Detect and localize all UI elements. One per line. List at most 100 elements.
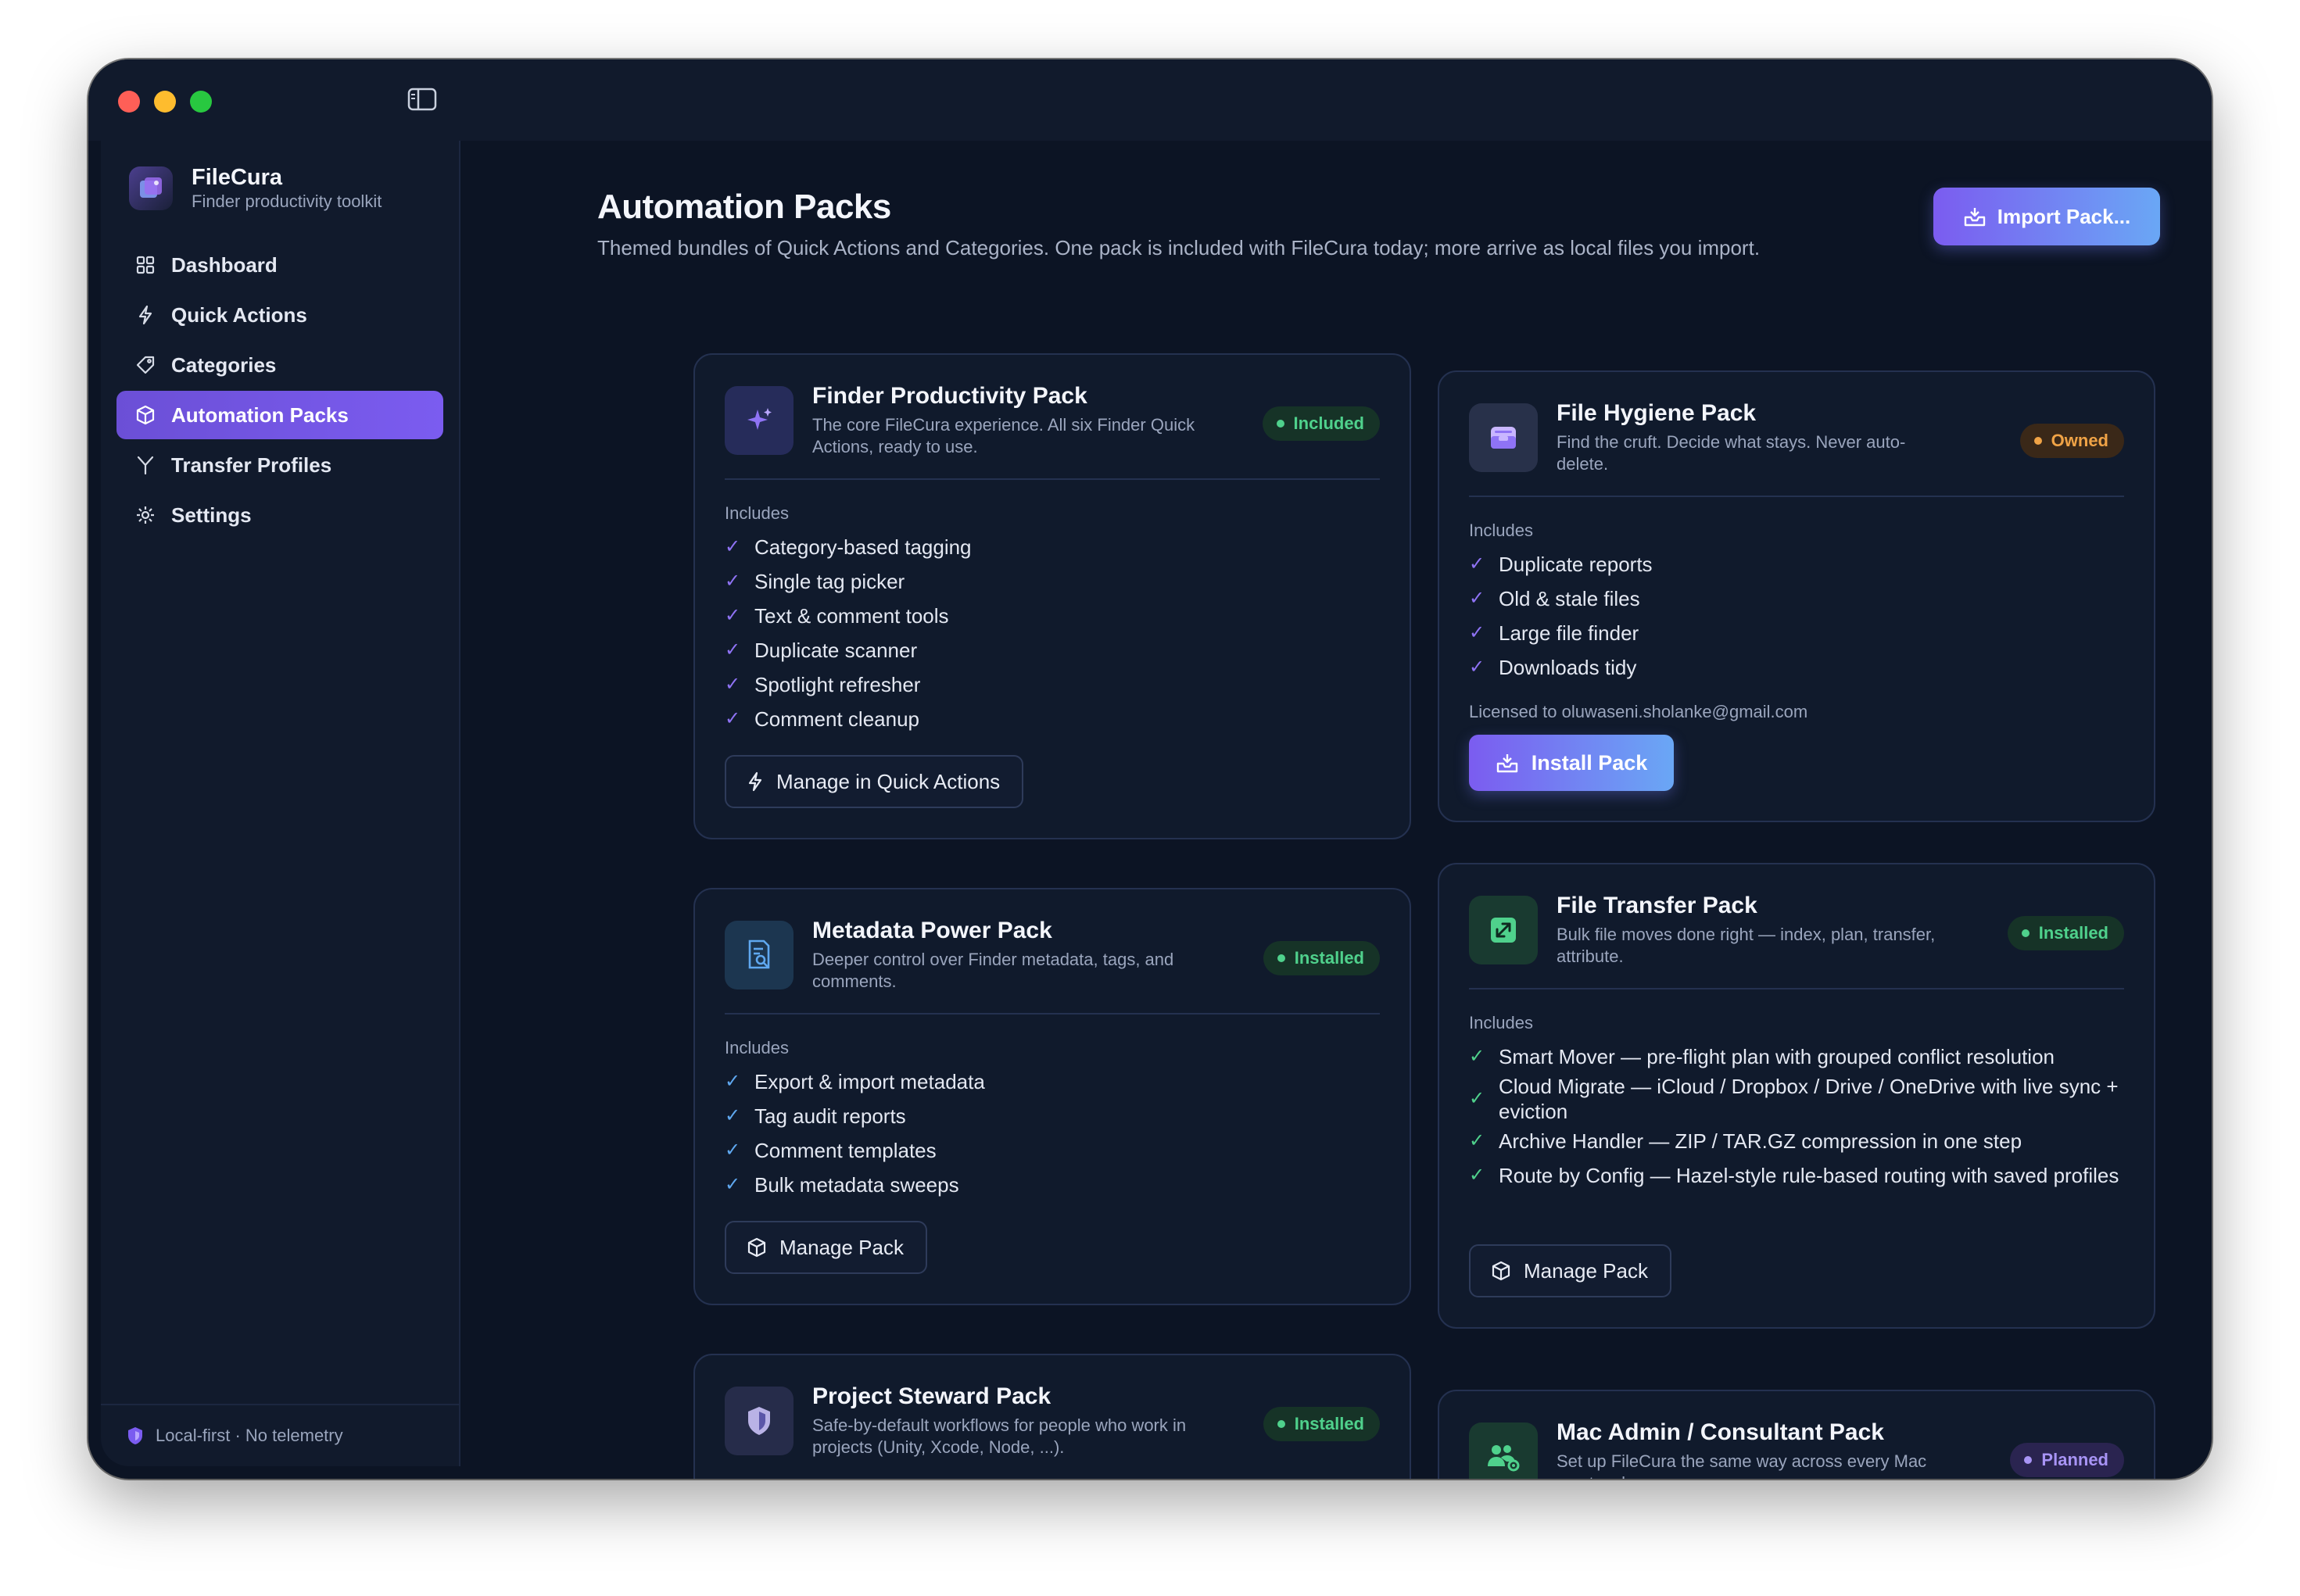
includes-label: Includes [725, 503, 789, 523]
button-label: Manage in Quick Actions [776, 769, 1001, 793]
includes-label: Includes [1469, 521, 1533, 540]
app-window: FileCura Finder productivity toolkit Das… [88, 59, 2212, 1479]
list-item: ✓ Old & stale files [1469, 587, 1640, 610]
manage-in-quick-actions-button[interactable]: Manage in Quick Actions [725, 755, 1024, 808]
import-pack-label: Import Pack... [1997, 204, 2131, 228]
sidebar-item-label: Transfer Profiles [171, 453, 332, 477]
app-name: FileCura [192, 165, 283, 190]
checkmark-icon: ✓ [725, 674, 741, 695]
sidebar-item-label: Automation Packs [171, 403, 349, 427]
sidebar-item-dashboard[interactable]: Dashboard [116, 241, 443, 289]
checkmark-icon: ✓ [1469, 588, 1485, 609]
list-item: ✓ Downloads tidy [1469, 656, 1637, 679]
fork-icon [134, 453, 157, 477]
list-item: ✓ Duplicate reports [1469, 553, 1653, 576]
status-badge: Installed [1263, 941, 1380, 975]
sidebar-item-label: Quick Actions [171, 302, 307, 327]
page-title: Automation Packs [597, 188, 891, 226]
close-window-button[interactable] [118, 91, 140, 113]
status-badge: Planned [2010, 1443, 2124, 1477]
checkmark-icon: ✓ [1469, 1165, 1485, 1186]
checkmark-icon: ✓ [1469, 553, 1485, 574]
pack-description: Set up FileCura the same way across ever… [1557, 1451, 1927, 1479]
pack-title: Metadata Power Pack [812, 918, 1052, 943]
title-bar [88, 59, 2212, 141]
feature-list: ✓ Smart Mover — pre-flight plan with grou… [1469, 1040, 2124, 1193]
checkmark-icon: ✓ [725, 1140, 741, 1161]
checkmark-icon: ✓ [725, 1105, 741, 1126]
pack-card: Metadata Power Pack Deeper control over … [693, 888, 1411, 1305]
app-tagline: Finder productivity toolkit [192, 191, 382, 211]
list-item: ✓ Bulk metadata sweeps [725, 1173, 959, 1197]
manage-pack-button[interactable]: Manage Pack [725, 1221, 927, 1274]
pack-description: Find the cruft. Decide what stays. Never… [1557, 432, 1906, 474]
checkmark-icon: ✓ [1469, 657, 1485, 678]
cube-icon [747, 1237, 766, 1258]
app-logo-icon [129, 166, 173, 210]
install-pack-button[interactable]: Install Pack [1469, 735, 1674, 791]
button-label: Manage Pack [1524, 1258, 1648, 1283]
brand: FileCura Finder productivity toolkit [129, 164, 382, 213]
list-item: ✓ Export & import metadata [725, 1070, 985, 1093]
minimize-window-button[interactable] [154, 91, 176, 113]
sidebar-item-categories[interactable]: Categories [116, 341, 443, 389]
checkmark-icon: ✓ [725, 536, 741, 557]
bolt-icon [748, 771, 762, 792]
divider [725, 478, 1380, 480]
list-item: ✓ Category-based tagging [725, 535, 972, 559]
pack-title: Mac Admin / Consultant Pack [1557, 1419, 1884, 1445]
list-item: ✓ Text & comment tools [725, 604, 949, 628]
status-badge: Included [1262, 406, 1380, 441]
cube-icon [1492, 1261, 1510, 1281]
button-label: Install Pack [1531, 750, 1648, 775]
list-item: ✓ Comment cleanup [725, 707, 919, 731]
status-badge: Installed [1263, 1407, 1380, 1441]
checkmark-icon: ✓ [725, 605, 741, 626]
pack-description: Bulk file moves done right — index, plan… [1557, 925, 1936, 966]
sidebar-item-quick-actions[interactable]: Quick Actions [116, 291, 443, 339]
feature-list: ✓ Category-based tagging ✓ Single tag pick… [725, 530, 1380, 736]
list-item: ✓ Large file finder [1469, 621, 1639, 645]
pack-card: File Hygiene Pack Find the cruft. Decide… [1438, 370, 2155, 822]
tray-import-icon [1964, 208, 1985, 227]
checkmark-icon: ✓ [725, 571, 741, 592]
sidebar-item-automation-packs[interactable]: Automation Packs [116, 391, 443, 439]
shield-icon [725, 1387, 794, 1455]
list-item: ✓ Spotlight refresher [725, 673, 921, 696]
zoom-window-button[interactable] [190, 91, 212, 113]
list-item: ✓ Single tag picker [725, 570, 905, 593]
tray-icon [1469, 403, 1538, 472]
license-note: Licensed to oluwaseni.sholanke@gmail.com [1469, 702, 1808, 721]
pack-description: Deeper control over Finder metadata, tag… [812, 950, 1174, 991]
sidebar-toggle-icon[interactable] [407, 88, 437, 111]
import-pack-button[interactable]: Import Pack... [1933, 188, 2160, 245]
sidebar: FileCura Finder productivity toolkit Das… [101, 141, 460, 1466]
tag-icon [134, 353, 157, 377]
sidebar-nav: Dashboard Quick Actions Categories Autom… [116, 241, 443, 541]
pack-card: File Transfer Pack Bulk file moves done … [1438, 863, 2155, 1329]
divider [725, 1013, 1380, 1014]
checkmark-icon: ✓ [1469, 622, 1485, 643]
list-item: ✓ Archive Handler — ZIP / TAR.GZ compress… [1469, 1129, 2022, 1153]
list-item: ✓ Cloud Migrate — iCloud / Dropbox / Driv… [1469, 1075, 2119, 1123]
sidebar-item-label: Settings [171, 503, 252, 527]
pack-card: Project Steward Pack Safe-by-default wor… [693, 1354, 1411, 1479]
sidebar-item-label: Dashboard [171, 252, 278, 277]
sidebar-footer: Local-first · No telemetry [101, 1404, 459, 1466]
sidebar-item-settings[interactable]: Settings [116, 491, 443, 539]
sidebar-item-transfer-profiles[interactable]: Transfer Profiles [116, 441, 443, 489]
checkmark-icon: ✓ [725, 1174, 741, 1195]
users-gear-icon [1469, 1422, 1538, 1479]
pack-description: The core FileCura experience. All six Fi… [812, 415, 1195, 456]
checkmark-icon: ✓ [725, 1071, 741, 1092]
list-item: ✓ Tag audit reports [725, 1104, 906, 1128]
page-subtitle: Themed bundles of Quick Actions and Cate… [597, 236, 1761, 259]
includes-label: Includes [1469, 1013, 1533, 1032]
tray-install-icon [1496, 754, 1517, 773]
grid-icon [134, 253, 157, 277]
manage-pack-button[interactable]: Manage Pack [1469, 1244, 1671, 1297]
arrows-in-icon [1469, 896, 1538, 964]
feature-list: ✓ Export & import metadata ✓ Tag audit rep… [725, 1065, 1380, 1202]
checkmark-icon: ✓ [1469, 1130, 1485, 1151]
shield-icon [128, 1427, 142, 1444]
